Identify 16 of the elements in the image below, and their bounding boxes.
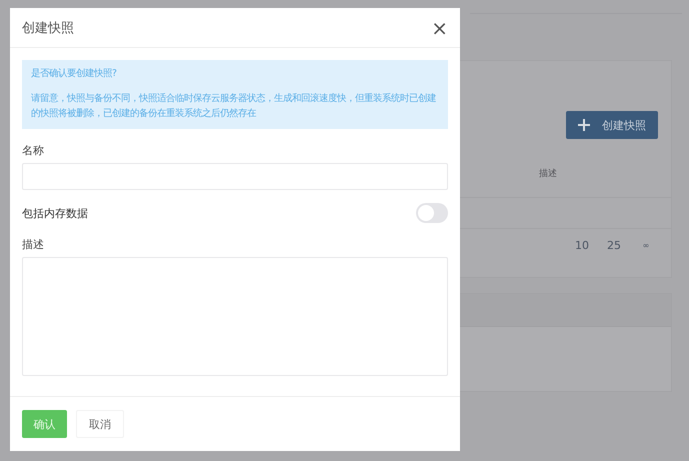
close-button[interactable]: × bbox=[431, 18, 448, 38]
page-size-option[interactable]: ∞ bbox=[635, 239, 657, 252]
column-header: 描述 bbox=[539, 168, 557, 181]
field-label: 名称 bbox=[22, 143, 45, 158]
alert-note: 请留意，快照与备份不同，快照适合临时保存云服务器状态，生成和回滚速度快，但重装系统时已创建的快照将被删除，已创建的备份在重装系统之后仍然存在 bbox=[31, 92, 437, 121]
page-size-option[interactable]: 10 bbox=[571, 239, 593, 252]
dialog-title: 创建快照 bbox=[22, 20, 74, 36]
create-snapshot-button[interactable]: 创建快照 bbox=[566, 111, 658, 139]
plus-icon bbox=[578, 119, 590, 131]
page-size-option[interactable]: 25 bbox=[603, 239, 625, 252]
toggle-switch[interactable] bbox=[416, 203, 448, 223]
field-label: 描述 bbox=[22, 237, 45, 252]
toggle-label: 包括内存数据 bbox=[22, 206, 88, 220]
alert-question: 是否确认要创建快照? bbox=[31, 68, 118, 80]
cancel-button[interactable]: 取消 bbox=[76, 410, 124, 438]
confirm-button[interactable]: 确认 bbox=[22, 410, 67, 438]
